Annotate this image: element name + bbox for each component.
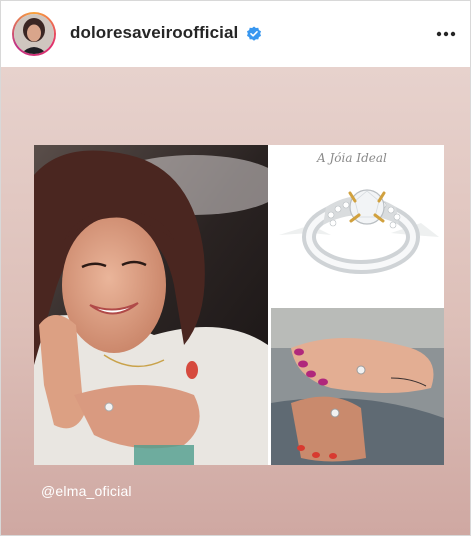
- avatar[interactable]: [14, 14, 54, 54]
- woman-portrait-photo: [34, 145, 268, 465]
- username-link[interactable]: doloresaveiroofficial: [70, 23, 238, 43]
- post-header: doloresaveiroofficial: [1, 1, 470, 67]
- ring-product-photo: A Jóia Ideal: [271, 145, 444, 305]
- photo-collage: A Jóia Ideal: [34, 145, 444, 465]
- post-image[interactable]: A Jóia Ideal @elma_oficial: [1, 67, 470, 535]
- verified-badge-icon: [247, 26, 261, 41]
- story-ring[interactable]: [12, 12, 56, 56]
- more-options-icon[interactable]: [435, 25, 457, 43]
- hands-with-rings-photo: [271, 308, 444, 465]
- brand-logo-text: A Jóia Ideal: [317, 151, 387, 165]
- instagram-post: doloresaveiroofficial A Jóia Ideal @elma…: [0, 0, 471, 536]
- user-mention-tag[interactable]: @elma_oficial: [41, 483, 132, 499]
